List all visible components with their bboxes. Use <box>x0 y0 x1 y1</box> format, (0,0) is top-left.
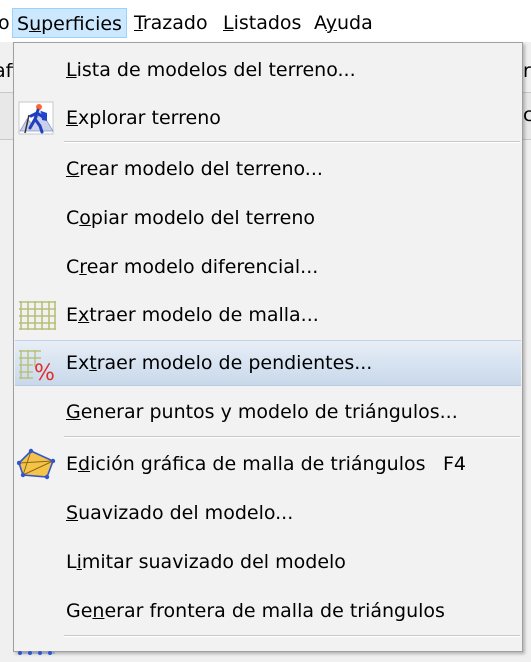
menu-item-lista-modelos[interactable]: Lista de modelos del terreno... <box>15 47 521 93</box>
menu-item-copiar-modelo[interactable]: Copiar modelo del terreno <box>15 195 521 241</box>
background-toolbar-strip <box>0 92 14 140</box>
menu-separator-highlight <box>64 142 520 143</box>
menu-item-label: Limitar suavizado del modelo <box>66 551 346 573</box>
menu-item-label: Explorar terreno <box>66 107 221 129</box>
menu-item-label: Generar frontera de malla de triángulos <box>66 600 445 622</box>
menu-bar: o Superficies Trazado Listados Ayuda <box>0 0 531 43</box>
menu-item-explorar-terreno[interactable]: Explorar terreno <box>15 95 521 141</box>
menu-item-label: Suavizado del modelo... <box>66 502 294 524</box>
dotted-line-icon <box>17 640 57 655</box>
menu-item-crear-modelo-diferencial[interactable]: Crear modelo diferencial... <box>15 244 521 290</box>
menu-item-extraer-malla[interactable]: Extraer modelo de malla... <box>15 292 521 338</box>
menubar-item-superficies[interactable]: Superficies <box>12 8 127 38</box>
svg-text:%: % <box>34 361 55 381</box>
menu-item-generar-frontera[interactable]: Generar frontera de malla de triángulos <box>15 588 521 634</box>
menu-item-label: Crear modelo diferencial... <box>66 256 319 278</box>
menu-item-crear-modelo[interactable]: Crear modelo del terreno... <box>15 146 521 192</box>
triangle-mesh-icon <box>16 447 57 481</box>
grid-percent-icon: % <box>17 347 57 386</box>
menu-item-label: Copiar modelo del terreno <box>66 207 316 229</box>
menu-item-label: Extraer modelo de malla... <box>66 304 319 326</box>
menu-item-shortcut: F4 <box>443 453 467 475</box>
menu-item-generar-puntos[interactable]: Generar puntos y modelo de triángulos... <box>15 389 521 435</box>
background-text-fragment-right-2: c <box>523 104 531 126</box>
menu-separator-highlight <box>64 636 520 637</box>
menu-item-label: Crear modelo del terreno... <box>66 158 323 180</box>
grid-icon <box>17 298 57 332</box>
menu-item-label: Generar puntos y modelo de triángulos... <box>66 401 458 423</box>
menubar-item-listados[interactable]: Listados <box>219 8 305 38</box>
menubar-item-trazado[interactable]: Trazado <box>130 8 212 38</box>
menu-item-edicion-grafica[interactable]: Edición gráfica de malla de triángulos F… <box>15 441 521 487</box>
hiker-icon <box>17 101 57 135</box>
superficies-dropdown-menu: Lista de modelos del terreno... Explorar… <box>13 42 523 655</box>
menu-separator-highlight <box>64 437 520 438</box>
menu-item-limitar-suavizado[interactable]: Limitar suavizado del modelo <box>15 539 521 585</box>
menu-item-suavizado[interactable]: Suavizado del modelo... <box>15 490 521 536</box>
background-text-fragment-right: r <box>523 60 531 82</box>
menu-item-label: Edición gráfica de malla de triángulos <box>66 453 426 475</box>
menu-item-extraer-pendientes[interactable]: % Extraer modelo de pendientes... <box>15 340 521 386</box>
menu-item-label: Extraer modelo de pendientes... <box>66 352 373 374</box>
menubar-item-ayuda[interactable]: Ayuda <box>310 8 377 38</box>
menu-item-label: Lista de modelos del terreno... <box>66 59 356 81</box>
